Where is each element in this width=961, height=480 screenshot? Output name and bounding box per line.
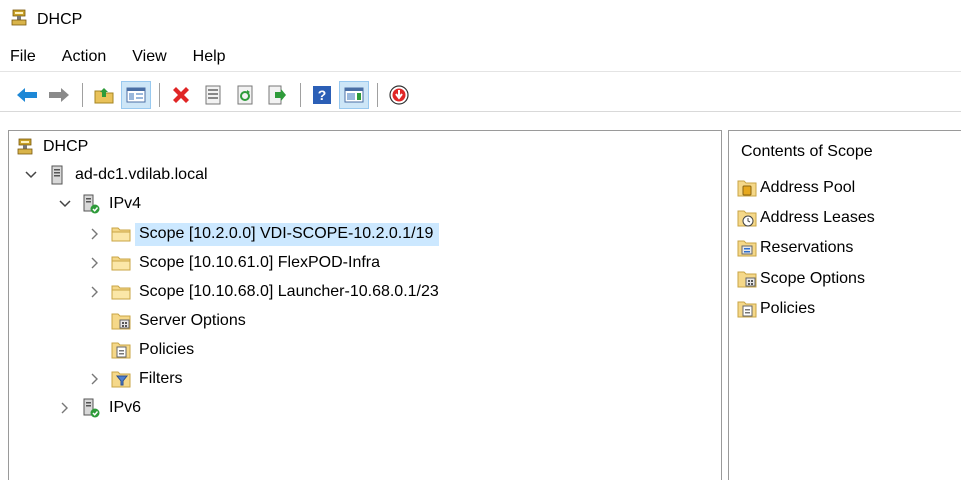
tree-item-policies[interactable]: Policies — [111, 336, 194, 364]
address-leases-icon — [737, 208, 757, 228]
delete-button[interactable] — [166, 81, 196, 109]
chevron-right-icon[interactable] — [85, 369, 105, 389]
contents-pane: Contents of Scope Address Pool Address L… — [728, 130, 961, 480]
dhcp-icon — [15, 137, 35, 157]
server-icon — [47, 165, 67, 185]
tree-item-label: Server Options — [139, 312, 246, 329]
server-options-icon — [111, 311, 131, 331]
contents-item-reservations[interactable]: Reservations — [737, 235, 853, 261]
policies-icon — [737, 299, 757, 319]
contents-item-label: Address Pool — [760, 179, 856, 196]
chevron-down-icon[interactable] — [21, 165, 41, 185]
contents-title: Contents of Scope — [741, 143, 873, 160]
help-icon: ? — [313, 85, 331, 104]
show-hide-action-pane-button[interactable] — [339, 80, 369, 109]
tree-item-label: ad-dc1.vdilab.local — [75, 166, 208, 183]
main-content: DHCP ad-dc1.vdilab.local IPv4 Scope [10.… — [0, 116, 961, 480]
dhcp-app-icon — [10, 9, 28, 32]
show-hide-console-tree-button[interactable] — [121, 80, 151, 109]
menu-action[interactable]: Action — [62, 48, 106, 66]
tree-item-dhcp-root[interactable]: DHCP — [15, 133, 88, 161]
deactivate-button[interactable] — [384, 81, 414, 109]
folder-icon — [111, 224, 131, 244]
forward-arrow-icon — [49, 87, 69, 102]
refresh-icon — [237, 85, 253, 104]
window-title: DHCP — [37, 11, 83, 28]
chevron-right-icon[interactable] — [55, 398, 75, 418]
console-tree: DHCP ad-dc1.vdilab.local IPv4 Scope [10.… — [8, 130, 722, 480]
contents-item-label: Policies — [760, 300, 816, 317]
tree-item-scope[interactable]: Scope [10.10.68.0] Launcher-10.68.0.1/23 — [85, 278, 439, 306]
tree-item-label: DHCP — [43, 138, 89, 155]
policies-icon — [111, 340, 131, 360]
tree-item-label: Policies — [139, 341, 195, 358]
toolbar: ? — [0, 78, 961, 112]
help-button[interactable]: ? — [307, 81, 337, 109]
tree-item-label: IPv6 — [109, 399, 142, 416]
ipv4-server-icon — [81, 194, 101, 214]
menu-help[interactable]: Help — [193, 48, 226, 66]
tree-item-server-options[interactable]: Server Options — [111, 307, 246, 335]
svg-text:?: ? — [318, 87, 327, 103]
reservations-icon — [737, 238, 757, 258]
tree-item-filters[interactable]: Filters — [85, 365, 183, 393]
toolbar-separator — [82, 82, 83, 107]
properties-button[interactable] — [198, 81, 228, 109]
up-folder-icon — [94, 87, 114, 103]
toolbar-separator — [300, 82, 301, 107]
title-bar: DHCP — [0, 0, 961, 40]
tree-item-label: Scope [10.10.68.0] Launcher-10.68.0.1/23 — [139, 283, 439, 300]
folder-icon — [111, 282, 131, 302]
chevron-right-icon[interactable] — [85, 253, 105, 273]
contents-item-label: Reservations — [760, 239, 854, 256]
folder-icon — [111, 253, 131, 273]
show-hide-tree-icon — [126, 87, 146, 102]
contents-item-address-pool[interactable]: Address Pool — [737, 175, 855, 201]
tree-item-scope[interactable]: Scope [10.10.61.0] FlexPOD-Infra — [85, 249, 380, 277]
tree-item-label: Scope [10.10.61.0] FlexPOD-Infra — [139, 254, 381, 271]
delete-icon — [173, 86, 189, 103]
contents-item-label: Scope Options — [760, 270, 865, 287]
chevron-right-icon[interactable] — [85, 224, 105, 244]
filter-icon — [111, 369, 131, 389]
up-one-level-button[interactable] — [89, 81, 119, 109]
forward-button[interactable] — [44, 81, 74, 109]
back-arrow-icon — [17, 87, 37, 102]
deactivate-icon — [389, 84, 409, 105]
refresh-button[interactable] — [230, 81, 260, 109]
tree-item-label: Scope [10.2.0.0] VDI-SCOPE-10.2.0.1/19 — [135, 222, 440, 246]
ipv6-server-icon — [81, 398, 101, 418]
tree-item-label: IPv4 — [109, 195, 142, 212]
contents-item-policies[interactable]: Policies — [737, 296, 815, 322]
toolbar-separator — [159, 82, 160, 107]
chevron-down-icon[interactable] — [55, 194, 75, 214]
chevron-right-icon[interactable] — [85, 282, 105, 302]
tree-item-label: Filters — [139, 370, 183, 387]
back-button[interactable] — [12, 81, 42, 109]
menu-file[interactable]: File — [10, 48, 36, 66]
tree-item-scope[interactable]: Scope [10.2.0.0] VDI-SCOPE-10.2.0.1/19 — [85, 220, 440, 248]
contents-item-address-leases[interactable]: Address Leases — [737, 205, 875, 231]
contents-item-scope-options[interactable]: Scope Options — [737, 266, 865, 292]
export-list-button[interactable] — [262, 81, 292, 109]
tree-item-server[interactable]: ad-dc1.vdilab.local — [21, 161, 208, 189]
tree-item-ipv4[interactable]: IPv4 — [55, 190, 141, 218]
address-pool-icon — [737, 178, 757, 198]
menu-bar: File Action View Help — [0, 42, 961, 72]
show-hide-action-pane-icon — [344, 87, 364, 102]
toolbar-separator — [377, 82, 378, 107]
contents-item-label: Address Leases — [760, 209, 875, 226]
properties-icon — [205, 85, 221, 104]
scope-options-icon — [737, 269, 757, 289]
tree-item-ipv6[interactable]: IPv6 — [55, 394, 141, 422]
menu-view[interactable]: View — [132, 48, 166, 66]
export-icon — [268, 85, 286, 104]
